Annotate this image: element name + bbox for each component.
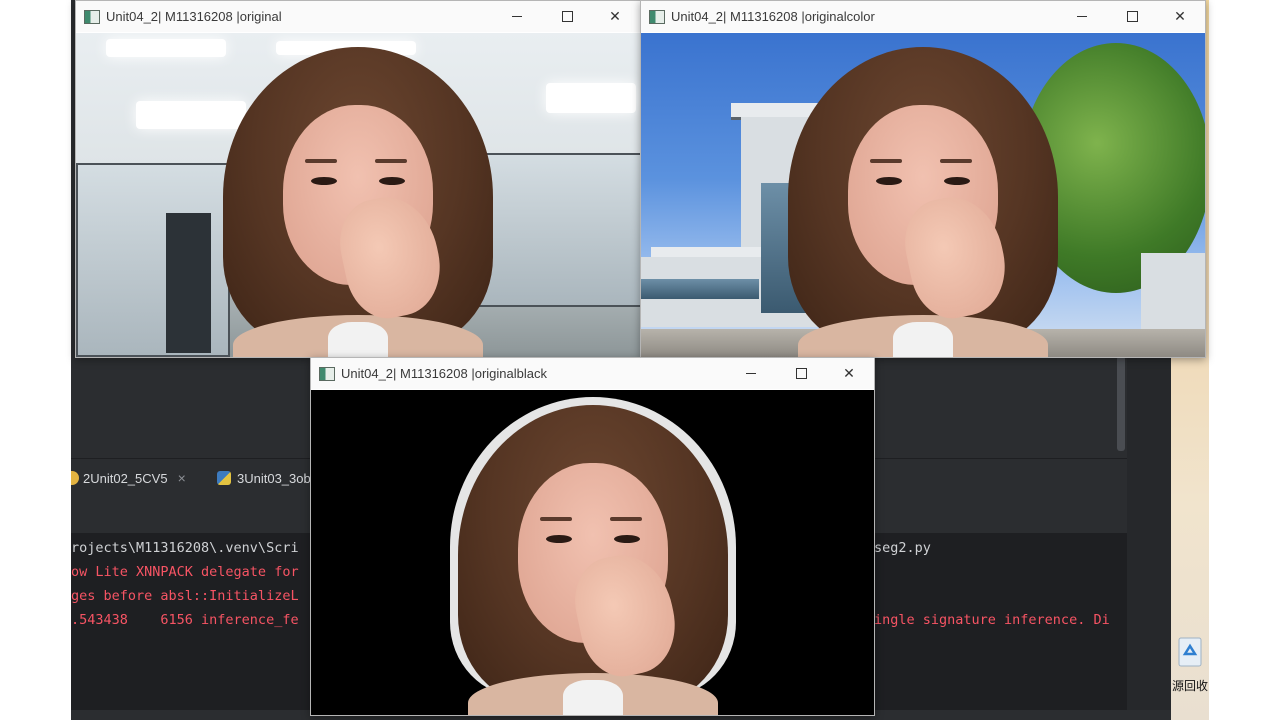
maximize-button[interactable] (778, 358, 824, 389)
ide-scrollbar[interactable] (1117, 356, 1125, 451)
maximize-icon (1126, 11, 1138, 22)
console-line: ingle signature inference. Di (874, 612, 1110, 628)
tab-2unit02-5cv5[interactable]: 2Unit02_5CV5 × (71, 459, 186, 497)
window-title: Unit04_2| M11316208 |original (106, 9, 282, 24)
person-figure (193, 47, 523, 357)
recycle-bin-label: 源回收 (1171, 679, 1208, 693)
close-icon: ✕ (843, 365, 855, 381)
minimize-button[interactable] (494, 1, 540, 32)
python-file-icon (71, 471, 79, 485)
console-line: .543438 6156 inference_fe (71, 612, 299, 628)
console-line: ow Lite XNNPACK delegate for (71, 564, 299, 580)
close-button[interactable]: ✕ (592, 1, 638, 32)
title-bar[interactable]: Unit04_2| M11316208 |originalcolor ✕ (641, 1, 1205, 32)
window-originalcolor[interactable]: Unit04_2| M11316208 |originalcolor ✕ (640, 0, 1206, 358)
window-original[interactable]: Unit04_2| M11316208 |original ✕ (75, 0, 641, 358)
close-button[interactable]: ✕ (826, 358, 872, 389)
tab-label: 2Unit02_5CV5 (83, 470, 168, 486)
ide-right-panel (1127, 356, 1171, 720)
camera-frame-originalcolor (641, 33, 1205, 357)
console-line: seg2.py (874, 540, 931, 556)
person-figure (758, 47, 1088, 357)
window-originalblack[interactable]: Unit04_2| M11316208 |originalblack ✕ (310, 357, 875, 716)
person-figure (428, 397, 758, 715)
minimize-icon (1077, 16, 1087, 17)
console-line: rojects\M11316208\.venv\Scri (71, 540, 299, 556)
maximize-icon (561, 11, 573, 22)
title-bar[interactable]: Unit04_2| M11316208 |originalblack ✕ (311, 358, 874, 389)
window-title: Unit04_2| M11316208 |originalcolor (671, 9, 875, 24)
camera-frame-originalblack (311, 390, 874, 715)
tab-3unit03-3ob[interactable]: 3Unit03_3ob (217, 459, 311, 497)
recycle-bin-icon[interactable] (1176, 634, 1204, 668)
close-icon[interactable]: × (178, 470, 186, 486)
opencv-window-icon (319, 366, 335, 381)
close-icon: ✕ (609, 8, 621, 24)
opencv-window-icon (84, 9, 100, 24)
python-file-icon (217, 471, 231, 485)
camera-frame-original (76, 33, 640, 357)
minimize-button[interactable] (728, 358, 774, 389)
maximize-button[interactable] (1109, 1, 1155, 32)
maximize-button[interactable] (544, 1, 590, 32)
minimize-icon (512, 16, 522, 17)
opencv-window-icon (649, 9, 665, 24)
window-title: Unit04_2| M11316208 |originalblack (341, 366, 547, 381)
close-icon: ✕ (1174, 8, 1186, 24)
console-line: ges before absl::InitializeL (71, 588, 299, 604)
minimize-icon (746, 373, 756, 374)
maximize-icon (795, 368, 807, 379)
title-bar[interactable]: Unit04_2| M11316208 |original ✕ (76, 1, 640, 32)
minimize-button[interactable] (1059, 1, 1105, 32)
close-button[interactable]: ✕ (1157, 1, 1203, 32)
tab-label: 3Unit03_3ob (237, 470, 311, 486)
